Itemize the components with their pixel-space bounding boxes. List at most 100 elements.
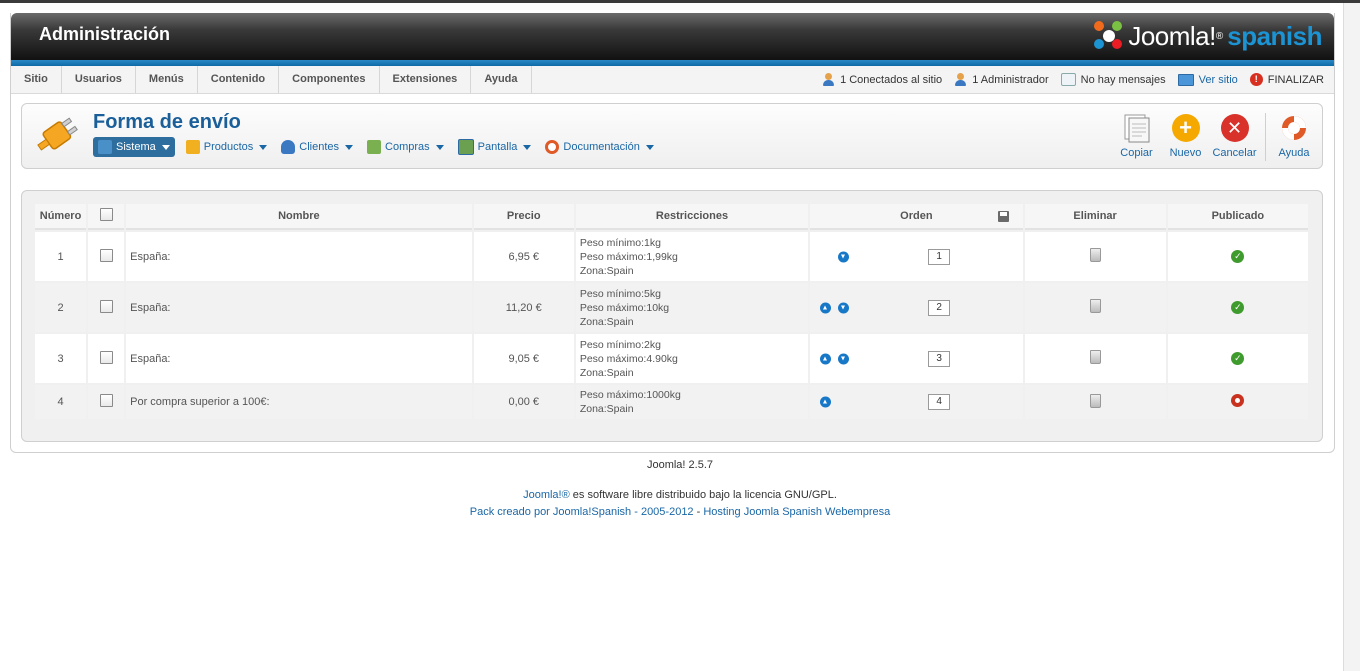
row-checkbox[interactable] [99, 350, 113, 364]
plus-icon: + [1171, 114, 1200, 142]
joomla-spanish-link[interactable]: Pack creado por Joomla!Spanish - 2005-20… [470, 506, 694, 518]
row-checkbox[interactable] [99, 299, 113, 313]
row-checkbox[interactable] [99, 394, 113, 407]
row-checkbox[interactable] [99, 248, 113, 262]
status-messages[interactable]: No hay mensajes [1060, 73, 1166, 86]
trash-icon[interactable] [1089, 393, 1101, 408]
submenu-compras-label: Compras [385, 141, 430, 153]
col-header-order-label[interactable]: Orden [900, 210, 932, 222]
cancel-button[interactable]: ✕ Cancelar [1210, 113, 1259, 161]
row-select [88, 334, 125, 383]
col-header-restrictions[interactable]: Restricciones [575, 204, 809, 230]
logo-registered-mark: ® [1215, 30, 1224, 42]
scrollbar-track[interactable] [1343, 3, 1360, 671]
new-button[interactable]: + Nuevo [1161, 113, 1210, 161]
menu-usuarios[interactable]: Usuarios [62, 66, 136, 93]
restriction-line: Peso máximo:1,99kg [579, 250, 678, 263]
joomla-link[interactable]: Joomla!® [523, 489, 570, 501]
order-input[interactable]: 3 [928, 350, 951, 367]
status-connected: 1 Conectados al sitio [822, 73, 942, 86]
col-header-num[interactable]: Número [35, 204, 87, 230]
move-up-icon[interactable] [820, 302, 832, 313]
submenu-productos[interactable]: Productos [183, 137, 271, 157]
main-menu: Sitio Usuarios Menús Contenido Component… [11, 66, 532, 93]
row-name-link[interactable]: Por compra superior a 100€: [126, 385, 472, 419]
menu-componentes[interactable]: Componentes [279, 66, 380, 93]
order-arrows [838, 251, 850, 262]
row-name-link[interactable]: España: [126, 283, 472, 332]
col-header-name[interactable]: Nombre [126, 204, 472, 230]
help-label: Ayuda [1278, 147, 1310, 159]
menu-sitio[interactable]: Sitio [11, 66, 62, 93]
status-bar: 1 Conectados al sitio 1 Administrador No… [822, 66, 1324, 93]
col-header-select [88, 204, 125, 230]
menu-ayuda[interactable]: Ayuda [471, 66, 532, 93]
footer-license: Joomla!® es software libre distribuido b… [0, 489, 1360, 501]
restriction-line: Peso mínimo:2kg [579, 338, 661, 351]
move-down-icon[interactable] [838, 251, 850, 262]
move-down-icon[interactable] [838, 353, 850, 364]
main-menubar: Sitio Usuarios Menús Contenido Component… [11, 66, 1334, 94]
toolbar-buttons: Copiar + Nuevo ✕ Cancelar Ayuda [1112, 113, 1316, 161]
copy-icon [1122, 113, 1152, 143]
restriction-line: Zona:Spain [579, 403, 634, 415]
wrench-icon [98, 140, 112, 154]
view-site-link[interactable]: Ver sitio [1177, 73, 1238, 86]
new-label: Nuevo [1169, 147, 1202, 159]
restriction-line: Peso máximo:1000kg [579, 389, 681, 401]
restriction-line: Zona:Spain [579, 366, 634, 379]
submenu-sistema[interactable]: Sistema [93, 137, 175, 157]
row-name-link[interactable]: España: [126, 232, 472, 281]
submenu-pantalla[interactable]: Pantalla [455, 137, 535, 157]
row-price: 11,20 € [473, 283, 574, 332]
cancel-icon-wrap: ✕ [1220, 113, 1250, 143]
submenu-documentacion[interactable]: Documentación [542, 137, 656, 157]
copy-button[interactable]: Copiar [1112, 113, 1161, 161]
cart-icon [367, 140, 382, 154]
move-up-icon[interactable] [820, 396, 832, 408]
webempresa-link[interactable]: Hosting Joomla Spanish Webempresa [703, 506, 890, 518]
published-check-icon[interactable]: ✓ [1231, 301, 1245, 314]
col-header-price[interactable]: Precio [473, 204, 574, 230]
submenu-compras[interactable]: Compras [364, 137, 447, 157]
menu-menus[interactable]: Menús [136, 66, 198, 93]
view-site-label: Ver sitio [1198, 73, 1238, 86]
published-check-icon[interactable]: ✓ [1231, 352, 1245, 365]
trash-icon[interactable] [1089, 350, 1101, 364]
help-button[interactable]: Ayuda [1272, 113, 1316, 161]
box-icon [185, 140, 200, 154]
menu-contenido[interactable]: Contenido [198, 66, 280, 93]
submenu-clientes[interactable]: Clientes [278, 137, 356, 157]
order-input[interactable]: 4 [928, 394, 951, 410]
row-delete [1024, 385, 1166, 419]
page-title: Forma de envío [93, 111, 241, 133]
admin-header: Administración Joomla! ® spanish [11, 13, 1334, 60]
order-input[interactable]: 1 [928, 248, 951, 265]
table-row: 4 Por compra superior a 100€: 0,00 € Pes… [35, 385, 1308, 419]
select-all-checkbox[interactable] [99, 208, 113, 221]
row-name-link[interactable]: España: [126, 334, 472, 383]
logout-label: FINALIZAR [1267, 73, 1324, 86]
row-published: ✓ [1167, 334, 1308, 383]
component-submenu: Sistema Productos Clientes Compras Panta [93, 137, 657, 157]
component-toolbar: Forma de envío Sistema Productos Cliente… [21, 103, 1323, 169]
order-arrows [820, 396, 832, 408]
restriction-line: Peso máximo:10kg [579, 301, 670, 314]
move-up-icon[interactable] [820, 353, 832, 364]
save-order-icon[interactable] [997, 211, 1009, 222]
order-arrows [820, 302, 850, 313]
menu-extensiones[interactable]: Extensiones [380, 66, 472, 93]
col-header-delete: Eliminar [1024, 204, 1166, 230]
published-check-icon[interactable]: ✓ [1231, 250, 1245, 263]
trash-icon[interactable] [1089, 248, 1101, 262]
table-header-row: Número Nombre Precio Restricciones Orden… [35, 204, 1308, 230]
logout-link[interactable]: ! FINALIZAR [1249, 73, 1324, 86]
status-connected-label: 1 Conectados al sitio [840, 73, 943, 86]
logo-joomla-text: Joomla! [1128, 20, 1216, 51]
order-input[interactable]: 2 [928, 299, 951, 316]
move-down-icon[interactable] [838, 302, 850, 313]
unpublished-icon[interactable] [1231, 394, 1245, 407]
trash-icon[interactable] [1089, 299, 1101, 313]
col-header-published[interactable]: Publicado [1167, 204, 1308, 230]
window-top-border [0, 0, 1360, 3]
